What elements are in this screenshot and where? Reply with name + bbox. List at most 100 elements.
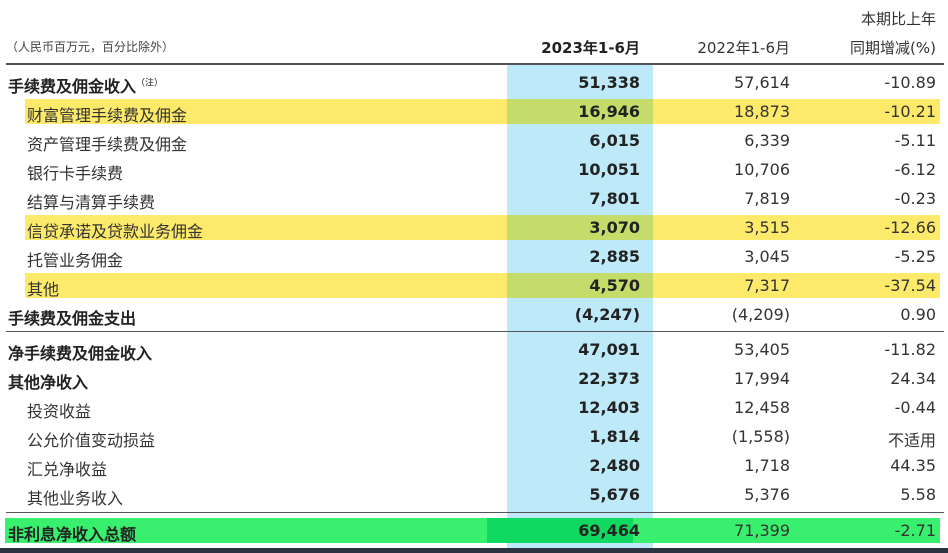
row-label: 信贷承诺及贷款业务佣金 <box>27 218 203 242</box>
value-2022: 71,399 <box>734 521 790 540</box>
value-2023: 69,464 <box>578 521 640 540</box>
value-2022: 53,405 <box>734 340 790 359</box>
total-divider <box>6 512 944 513</box>
row-label-text: 其他业务收入 <box>27 489 124 508</box>
change-percent: -37.54 <box>884 276 936 295</box>
row-label-text: 手续费及佣金支出 <box>8 309 137 328</box>
value-2023: 1,814 <box>589 427 640 446</box>
row-highlight <box>5 518 940 543</box>
change-percent: 24.34 <box>890 369 936 388</box>
value-2023: 6,015 <box>589 131 640 150</box>
note-marker: （注） <box>136 78 164 89</box>
row-label: 非利息净收入总额 <box>8 521 136 545</box>
value-2023: 47,091 <box>578 340 640 359</box>
header-change-line1: 本期比上年 <box>860 10 936 28</box>
table-row: 其他业务收入 5,676 5,376 5.58 <box>0 480 948 509</box>
row-label-text: 其他净收入 <box>8 373 89 392</box>
value-2022: 6,339 <box>744 131 790 150</box>
row-label-text: 结算与清算手续费 <box>27 193 156 212</box>
value-2022: 7,819 <box>744 189 790 208</box>
row-label: 托管业务佣金 <box>27 247 123 271</box>
change-percent: -0.44 <box>894 398 936 417</box>
table-row: 银行卡手续费 10,051 10,706 -6.12 <box>0 155 948 184</box>
table-row: 手续费及佣金收入（注） 51,338 57,614 -10.89 <box>0 68 948 97</box>
table-row: 其他净收入 22,373 17,994 24.34 <box>0 364 948 393</box>
row-label-text: 非利息净收入总额 <box>8 525 137 544</box>
row-label-text: 公允价值变动损益 <box>27 431 156 450</box>
row-label-text: 其他 <box>27 280 60 299</box>
row-label: 手续费及佣金支出 <box>8 305 136 329</box>
value-2023: 2,480 <box>589 456 640 475</box>
table-row: 托管业务佣金 2,885 3,045 -5.25 <box>0 242 948 271</box>
value-2023: 22,373 <box>578 369 640 388</box>
row-label-text: 银行卡手续费 <box>27 164 124 183</box>
row-label: 汇兑净收益 <box>27 456 107 480</box>
row-label-text: 手续费及佣金收入 <box>8 77 137 96</box>
value-2022: 57,614 <box>734 73 790 92</box>
table-row: 汇兑净收益 2,480 1,718 44.35 <box>0 451 948 480</box>
row-label-text: 资产管理手续费及佣金 <box>27 135 188 154</box>
value-2022: 3,045 <box>744 247 790 266</box>
change-percent: 44.35 <box>890 456 936 475</box>
table-row: 投资收益 12,403 12,458 -0.44 <box>0 393 948 422</box>
table-row: 非利息净收入总额 69,464 71,399 -2.71 <box>0 516 948 545</box>
change-percent: 5.58 <box>900 485 936 504</box>
change-percent: -6.12 <box>894 160 936 179</box>
table-row: 信贷承诺及贷款业务佣金 3,070 3,515 -12.66 <box>0 213 948 242</box>
value-2022: 1,718 <box>744 456 790 475</box>
row-label: 资产管理手续费及佣金 <box>27 131 187 155</box>
value-2022: (4,209) <box>731 305 790 324</box>
row-label: 财富管理手续费及佣金 <box>27 102 187 126</box>
row-label-text: 净手续费及佣金收入 <box>8 344 153 363</box>
value-2023: 3,070 <box>589 218 640 237</box>
header-divider <box>6 63 944 65</box>
row-label: 其他业务收入 <box>27 485 123 509</box>
row-label-text: 财富管理手续费及佣金 <box>27 106 188 125</box>
value-2022: 18,873 <box>734 102 790 121</box>
row-label: 公允价值变动损益 <box>27 427 155 451</box>
value-2023: (4,247) <box>574 305 640 324</box>
row-label: 银行卡手续费 <box>27 160 123 184</box>
value-2022: 12,458 <box>734 398 790 417</box>
row-label-text: 托管业务佣金 <box>27 251 124 270</box>
row-label: 手续费及佣金收入（注） <box>8 73 163 97</box>
value-2023: 51,338 <box>578 73 640 92</box>
section-divider <box>6 331 944 332</box>
change-percent: -10.89 <box>884 73 936 92</box>
row-label: 结算与清算手续费 <box>27 189 155 213</box>
row-label: 其他净收入 <box>8 369 88 393</box>
table-row: 净手续费及佣金收入 47,091 53,405 -11.82 <box>0 335 948 364</box>
value-2023: 16,946 <box>578 102 640 121</box>
unit-note: （人民币百万元，百分比除外） <box>6 40 175 54</box>
row-label: 投资收益 <box>27 398 91 422</box>
bottom-edge <box>0 548 948 553</box>
value-2022: 7,317 <box>744 276 790 295</box>
row-highlight <box>25 273 940 298</box>
table-row: 结算与清算手续费 7,801 7,819 -0.23 <box>0 184 948 213</box>
change-percent: -10.21 <box>884 102 936 121</box>
table-row: 手续费及佣金支出 (4,247) (4,209) 0.90 <box>0 300 948 329</box>
change-percent: -0.23 <box>894 189 936 208</box>
change-percent: -5.11 <box>894 131 936 150</box>
value-2023: 7,801 <box>589 189 640 208</box>
change-percent: 不适用 <box>887 431 936 450</box>
change-percent: -12.66 <box>884 218 936 237</box>
value-2022: 10,706 <box>734 160 790 179</box>
row-label: 其他 <box>27 276 59 300</box>
value-2023: 4,570 <box>589 276 640 295</box>
row-label-text: 汇兑净收益 <box>27 460 108 479</box>
value-2023: 2,885 <box>589 247 640 266</box>
table-row: 财富管理手续费及佣金 16,946 18,873 -10.21 <box>0 97 948 126</box>
value-2022: 17,994 <box>734 369 790 388</box>
table-row: 其他 4,570 7,317 -37.54 <box>0 271 948 300</box>
change-percent: -2.71 <box>894 521 936 540</box>
value-2023: 12,403 <box>578 398 640 417</box>
value-2023: 10,051 <box>578 160 640 179</box>
change-percent: 0.90 <box>900 305 936 324</box>
value-2022: 3,515 <box>744 218 790 237</box>
row-label-text: 信贷承诺及贷款业务佣金 <box>27 222 204 241</box>
table-row: 资产管理手续费及佣金 6,015 6,339 -5.11 <box>0 126 948 155</box>
value-2022: 5,376 <box>744 485 790 504</box>
change-percent: -11.82 <box>884 340 936 359</box>
header-2023: 2023年1-6月 <box>541 39 640 57</box>
